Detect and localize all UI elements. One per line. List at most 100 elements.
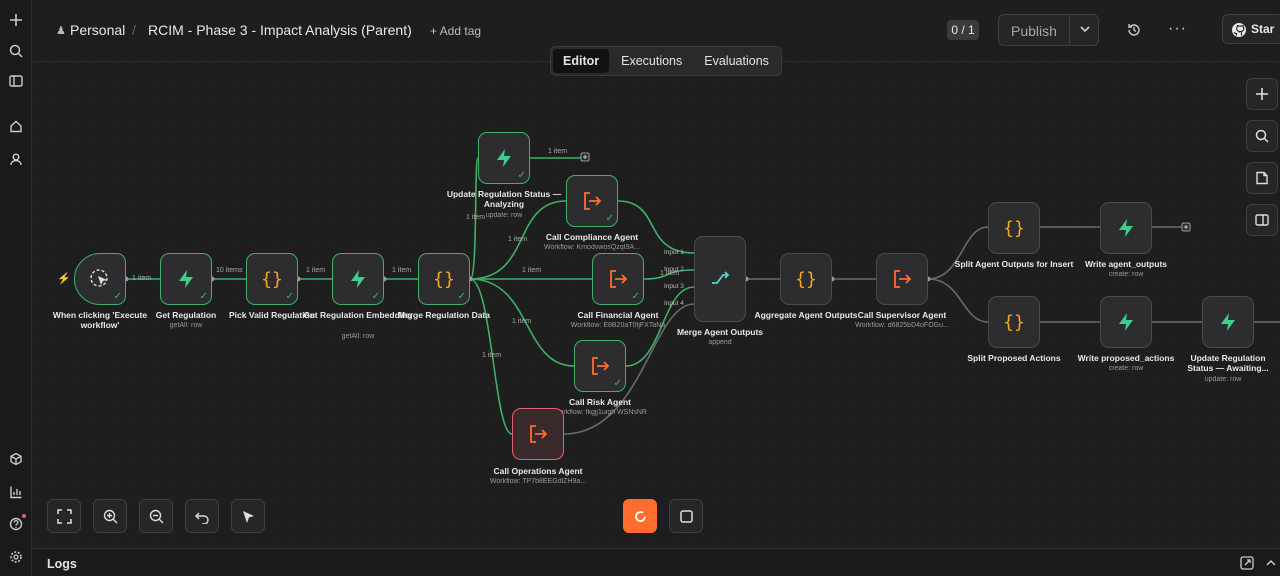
success-check-icon: ✓ — [517, 170, 526, 181]
node-get-embedding[interactable]: ✓ — [332, 253, 384, 305]
workflow-canvas[interactable]: 1 item 10 items 1 item 1 item 1 item 1 i… — [32, 46, 1280, 548]
node-subtitle: Workflow: d6825bD4oFOGu... — [855, 322, 949, 329]
n8n-app: ♟ Personal / RCIM - Phase 3 - Impact Ana… — [0, 0, 1280, 576]
node-trigger[interactable]: ✓ — [74, 253, 126, 305]
node-subtitle: create: row — [1108, 365, 1144, 372]
tab-executions[interactable]: Executions — [611, 49, 692, 73]
add-node-button[interactable] — [1246, 78, 1278, 110]
supabase-icon — [1119, 313, 1133, 331]
node-operations-agent[interactable] — [512, 408, 564, 460]
supabase-icon — [497, 149, 511, 167]
zoom-in-button[interactable] — [93, 499, 127, 533]
node-write-actions[interactable] — [1100, 296, 1152, 348]
insights-icon[interactable] — [4, 480, 28, 504]
success-check-icon: ✓ — [371, 291, 380, 302]
breadcrumb-separator: / — [132, 22, 136, 38]
home-icon[interactable] — [4, 114, 28, 138]
supabase-icon — [1119, 219, 1133, 237]
node-label: Merge Agent Outputs — [676, 327, 764, 337]
edge-label: 1 item — [522, 267, 542, 274]
node-pick-valid[interactable]: {} ✓ — [246, 253, 298, 305]
edge-label: 1 item — [508, 236, 528, 243]
zoom-out-button[interactable] — [139, 499, 173, 533]
node-subtitle: Workflow: TP7b8EEGdlZH9a... — [489, 478, 587, 485]
node-supervisor[interactable] — [876, 253, 928, 305]
node-subtitle: update: row — [485, 212, 523, 219]
templates-icon[interactable] — [4, 447, 28, 471]
tab-evaluations[interactable]: Evaluations — [694, 49, 779, 73]
search-icon[interactable] — [4, 39, 28, 63]
supabase-icon — [179, 270, 193, 288]
success-check-icon: ✓ — [285, 291, 294, 302]
execute-workflow-button[interactable] — [623, 499, 657, 533]
node-write-outputs[interactable] — [1100, 202, 1152, 254]
pointer-click-icon — [90, 269, 108, 287]
node-split-outputs[interactable]: {} — [988, 202, 1040, 254]
publish-button[interactable]: Publish — [1011, 23, 1057, 39]
logs-panel[interactable]: Logs — [32, 548, 1280, 576]
code-icon: {} — [1003, 217, 1025, 239]
popout-icon[interactable] — [1240, 556, 1254, 570]
node-split-actions[interactable]: {} — [988, 296, 1040, 348]
success-check-icon: ✓ — [631, 291, 640, 302]
node-financial-agent[interactable]: ✓ — [592, 253, 644, 305]
settings-icon[interactable] — [4, 545, 28, 569]
node-label: Call Financial Agent — [577, 310, 659, 320]
success-check-icon: ✓ — [113, 291, 122, 302]
execute-workflow-icon — [584, 192, 602, 210]
star-label: Star — [1251, 22, 1275, 36]
help-icon[interactable] — [4, 512, 28, 536]
user-icon[interactable] — [4, 147, 28, 171]
add-tag-button[interactable]: + Add tag — [430, 24, 481, 38]
more-options-icon[interactable]: ··· — [1168, 20, 1187, 38]
sidebar-toggle-icon[interactable] — [4, 69, 28, 93]
node-label: Split Proposed Actions — [967, 353, 1061, 363]
node-label: Update Regulation Status — Analyzing — [446, 189, 562, 209]
panel-toggle-button[interactable] — [1246, 204, 1278, 236]
canvas-grid — [32, 62, 1280, 548]
chevron-down-icon[interactable] — [1077, 21, 1093, 37]
connection-layer — [32, 62, 1280, 548]
supabase-icon — [351, 270, 365, 288]
person-icon: ♟ — [56, 25, 66, 37]
execute-workflow-icon — [530, 425, 548, 443]
node-label: Call Supervisor Agent — [857, 310, 947, 320]
node-update-awaiting[interactable] — [1202, 296, 1254, 348]
node-label: Call Risk Agent — [568, 397, 632, 407]
project-name[interactable]: Personal — [70, 22, 125, 38]
stop-button[interactable] — [669, 499, 703, 533]
node-compliance-agent[interactable]: ✓ — [566, 175, 618, 227]
node-label: Write proposed_actions — [1077, 353, 1175, 363]
node-label: Update Regulation Status — Awaiting... — [1187, 353, 1269, 373]
node-get-regulation[interactable]: ✓ — [160, 253, 212, 305]
node-subtitle: getAll: row — [341, 333, 375, 340]
node-merge-data[interactable]: {} ✓ — [418, 253, 470, 305]
code-icon: {} — [1003, 311, 1025, 333]
tab-editor[interactable]: Editor — [553, 49, 610, 73]
input-label: Input 4 — [664, 300, 684, 307]
success-check-icon: ✓ — [605, 213, 614, 224]
edge-label: 1 item — [132, 275, 152, 282]
search-nodes-button[interactable] — [1246, 120, 1278, 152]
divider — [1069, 15, 1070, 45]
code-icon: {} — [261, 268, 283, 290]
github-star-button[interactable]: Star — [1222, 14, 1280, 44]
undo-button[interactable] — [185, 499, 219, 533]
history-icon[interactable] — [1126, 22, 1142, 38]
node-aggregate[interactable]: {} — [780, 253, 832, 305]
edge-label: 1 item — [548, 148, 568, 155]
node-risk-agent[interactable]: ✓ — [574, 340, 626, 392]
node-label: Call Operations Agent — [493, 466, 583, 476]
input-label: Input 1 — [664, 249, 684, 256]
sticky-note-button[interactable] — [1246, 162, 1278, 194]
node-label: Write agent_outputs — [1084, 259, 1167, 269]
cursor-tool-button[interactable] — [231, 499, 265, 533]
fit-view-button[interactable] — [47, 499, 81, 533]
node-update-analyzing[interactable]: ✓ — [478, 132, 530, 184]
chevron-up-icon[interactable] — [1264, 556, 1278, 570]
code-icon: {} — [795, 268, 817, 290]
github-icon — [1231, 22, 1247, 38]
workflow-title[interactable]: RCIM - Phase 3 - Impact Analysis (Parent… — [148, 22, 412, 38]
plus-icon[interactable] — [4, 8, 28, 32]
node-merge-outputs[interactable] — [694, 236, 746, 322]
